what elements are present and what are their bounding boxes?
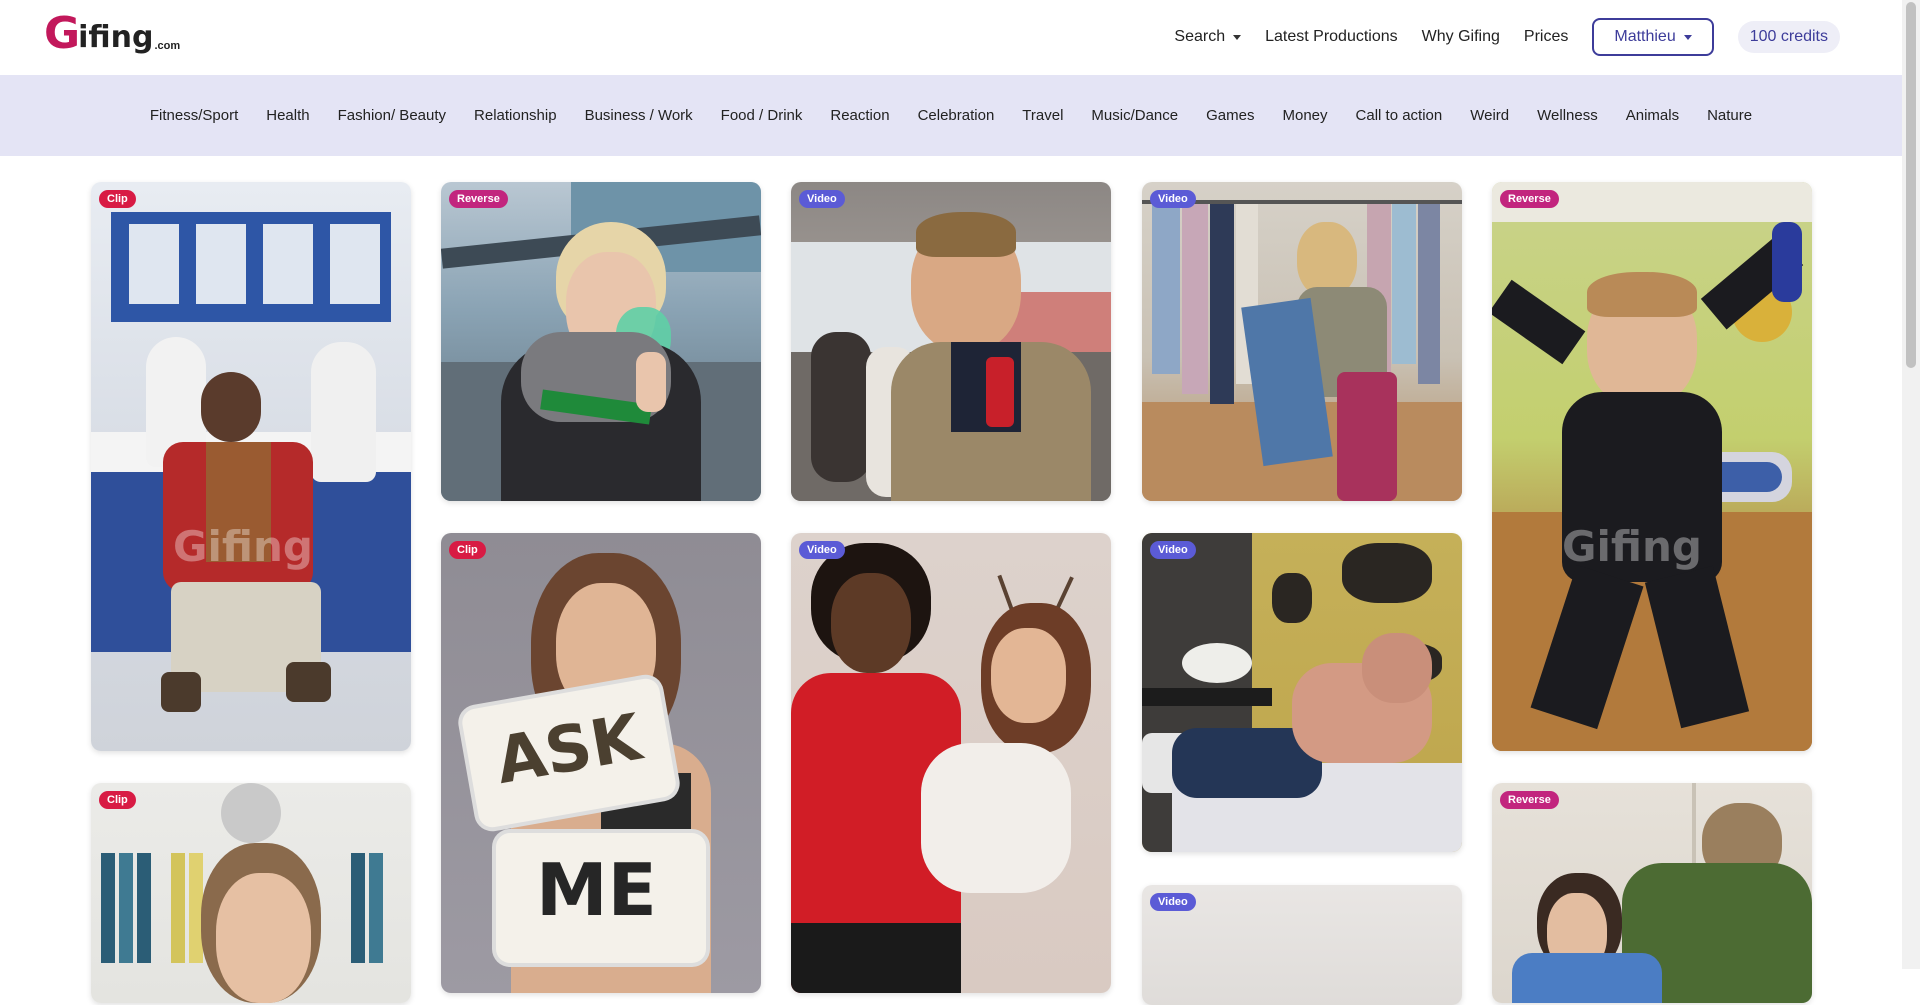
category-business-work[interactable]: Business / Work — [585, 107, 693, 124]
user-menu-button[interactable]: Matthieu — [1592, 18, 1714, 56]
video-badge: Video — [1150, 893, 1196, 911]
category-games[interactable]: Games — [1206, 107, 1254, 124]
logo-word: ifing — [78, 20, 154, 55]
clip-badge: Clip — [99, 791, 136, 809]
category-fitness-sport[interactable]: Fitness/Sport — [150, 107, 238, 124]
reverse-badge: Reverse — [1500, 190, 1559, 208]
reverse-badge: Reverse — [1500, 791, 1559, 809]
category-relationship[interactable]: Relationship — [474, 107, 557, 124]
category-bar: Fitness/Sport Health Fashion/ Beauty Rel… — [0, 75, 1902, 156]
top-header: G ifing .com Search Latest Productions W… — [0, 0, 1902, 75]
thumbnail-image — [1142, 533, 1462, 852]
media-card[interactable]: Video — [1142, 182, 1462, 501]
category-reaction[interactable]: Reaction — [830, 107, 889, 124]
search-dropdown[interactable]: Search — [1174, 28, 1242, 46]
media-card[interactable]: ASK ME Clip — [441, 533, 761, 993]
thumbnail-image — [91, 783, 411, 1003]
media-card[interactable]: Video — [791, 533, 1111, 993]
thumbnail-image — [1142, 182, 1462, 501]
logo-letter: G — [44, 8, 81, 59]
video-badge: Video — [1150, 190, 1196, 208]
user-name: Matthieu — [1614, 28, 1676, 45]
category-weird[interactable]: Weird — [1470, 107, 1509, 124]
scrollbar-thumb[interactable] — [1906, 2, 1916, 368]
chevron-down-icon — [1233, 34, 1242, 40]
watermark: Gifing — [1562, 522, 1702, 571]
thumbnail-image — [791, 182, 1111, 501]
clip-badge: Clip — [99, 190, 136, 208]
sign-text-me: ME — [536, 848, 657, 932]
main-nav: Search Latest Productions Why Gifing Pri… — [1150, 18, 1840, 56]
media-card[interactable]: Clip — [91, 783, 411, 1003]
category-nature[interactable]: Nature — [1707, 107, 1752, 124]
search-label: Search — [1174, 28, 1226, 45]
logo-domain: .com — [154, 40, 181, 52]
media-card[interactable]: Reverse — [1492, 783, 1812, 1003]
category-health[interactable]: Health — [266, 107, 309, 124]
chevron-down-icon — [1683, 34, 1692, 40]
media-card[interactable]: Video — [1142, 533, 1462, 852]
thumbnail-image: Gifing — [91, 182, 411, 751]
category-money[interactable]: Money — [1282, 107, 1327, 124]
category-wellness[interactable]: Wellness — [1537, 107, 1598, 124]
category-celebration[interactable]: Celebration — [918, 107, 995, 124]
thumbnail-image — [441, 182, 761, 501]
category-animals[interactable]: Animals — [1626, 107, 1679, 124]
nav-why-gifing[interactable]: Why Gifing — [1422, 28, 1500, 46]
category-music-dance[interactable]: Music/Dance — [1091, 107, 1178, 124]
category-travel[interactable]: Travel — [1022, 107, 1063, 124]
video-badge: Video — [799, 190, 845, 208]
media-card[interactable]: Gifing Clip — [91, 182, 411, 751]
category-call-to-action[interactable]: Call to action — [1356, 107, 1443, 124]
clip-badge: Clip — [449, 541, 486, 559]
media-card[interactable]: Gifing Reverse — [1492, 182, 1812, 751]
credits-badge[interactable]: 100 credits — [1737, 21, 1840, 53]
category-fashion-beauty[interactable]: Fashion/ Beauty — [338, 107, 446, 124]
media-card[interactable]: Reverse — [441, 182, 761, 501]
media-card[interactable]: Video — [791, 182, 1111, 501]
thumbnail-image — [1492, 783, 1812, 1003]
thumbnail-image: ASK ME — [441, 533, 761, 993]
thumbnail-image: Gifing — [1492, 182, 1812, 751]
video-badge: Video — [799, 541, 845, 559]
reverse-badge: Reverse — [449, 190, 508, 208]
page-scrollbar[interactable] — [1902, 0, 1920, 969]
nav-latest-productions[interactable]: Latest Productions — [1265, 28, 1398, 46]
category-food-drink[interactable]: Food / Drink — [721, 107, 803, 124]
media-card[interactable]: Video — [1142, 885, 1462, 1005]
nav-prices[interactable]: Prices — [1524, 28, 1568, 46]
gifing-logo[interactable]: G ifing .com — [44, 12, 180, 56]
video-badge: Video — [1150, 541, 1196, 559]
thumbnail-image — [791, 533, 1111, 993]
watermark: Gifing — [173, 522, 313, 571]
